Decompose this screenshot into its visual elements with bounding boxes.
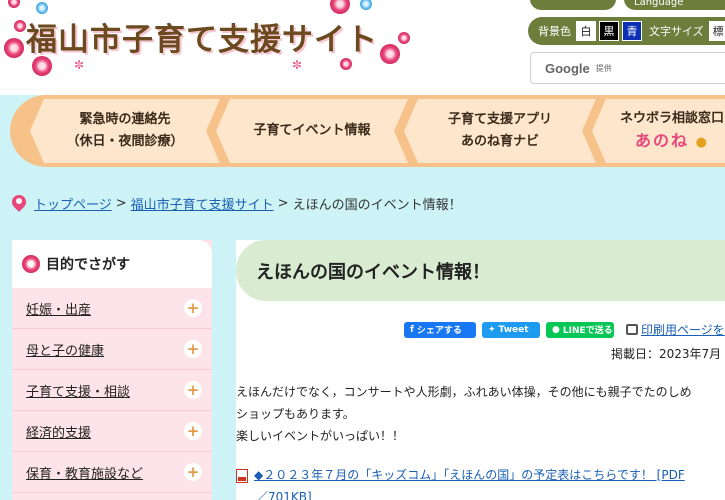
google-logo: Google	[545, 60, 590, 76]
facebook-icon: f	[410, 324, 414, 335]
flower-decoration-icon	[4, 38, 24, 58]
sidebar-item-health[interactable]: 母と子の健康 +	[12, 329, 212, 370]
sidebar: 目的でさがす 妊娠・出産 + 母と子の健康 + 子育て支援・相談 + 経済的支援…	[12, 240, 212, 500]
pdf-schedule-link[interactable]: ◆２０２３年７月の「キッズコム」「えほんの国」の予定表はこちらです！ [PDF …	[236, 464, 725, 500]
twitter-bird-icon: ✦	[488, 324, 496, 335]
twitter-tweet-button[interactable]: ✦ Tweet	[482, 321, 540, 338]
font-size-label: 文字サイズ	[649, 25, 704, 38]
sidebar-title: 目的でさがす	[46, 257, 130, 273]
main-content: えほんの国のイベント情報！ f シェアする ✦ Tweet ● LINEで送る …	[236, 240, 725, 500]
print-label[interactable]: 印刷用ページを	[641, 321, 725, 338]
nav-emergency-contacts[interactable]: 緊急時の連絡先 （休日・夜間診療）	[30, 99, 220, 163]
breadcrumb: トップページ > 福山市子育て支援サイト > えほんの国のイベント情報！	[12, 194, 462, 213]
sidebar-item-label[interactable]: 母と子の健康	[26, 340, 104, 359]
nav-sublabel: （休日・夜間診療）	[66, 134, 184, 149]
nav-label: 子育てイベント情報	[253, 123, 371, 138]
breadcrumb-separator: >	[115, 196, 127, 211]
flower-decoration-icon	[32, 56, 52, 76]
body-paragraph: 楽しいイベントがいっぱい！！	[236, 429, 405, 443]
bg-black-button[interactable]: 黒	[599, 21, 619, 41]
nav-neuvola-consultation[interactable]: ネウボラ相談窓口 あのね ●	[592, 99, 725, 163]
font-size-standard-button[interactable]: 標	[708, 21, 725, 41]
plus-icon[interactable]: +	[184, 340, 202, 358]
article-body: えほんだけでなく，コンサートや人形劇，ふれあい体操，その他にも親子でたのしめ シ…	[236, 381, 725, 447]
sidebar-item-childcare-facilities[interactable]: 保育・教育施設など +	[12, 452, 212, 493]
bg-blue-button[interactable]: 青	[622, 21, 642, 41]
print-page-link[interactable]: 印刷用ページを	[626, 321, 725, 338]
plus-icon[interactable]: +	[184, 381, 202, 399]
flower-decoration-icon	[14, 20, 26, 32]
search-provider-label: 提供	[595, 63, 612, 73]
global-nav: 緊急時の連絡先 （休日・夜間診療） 子育てイベント情報 子育て支援アプリ あのね…	[0, 95, 725, 167]
sidebar-item-label[interactable]: 子育て支援・相談	[26, 381, 130, 400]
sidebar-item-label[interactable]: 経済的支援	[26, 422, 91, 441]
flower-decoration-icon	[380, 44, 400, 64]
bg-color-label: 背景色	[538, 25, 571, 38]
flower-decoration-icon	[360, 0, 372, 10]
global-nav-bar: 緊急時の連絡先 （休日・夜間診療） 子育てイベント情報 子育て支援アプリ あのね…	[10, 95, 725, 167]
flower-decoration-icon	[8, 0, 20, 8]
share-label: Tweet	[498, 324, 529, 335]
line-share-button[interactable]: ● LINEで送る	[546, 321, 614, 338]
top-pill-left[interactable]	[530, 0, 616, 10]
site-title[interactable]: 福山市子育て支援サイト	[26, 14, 378, 59]
pdf-icon	[236, 468, 248, 483]
plus-icon[interactable]: +	[184, 299, 202, 317]
language-button[interactable]: Language	[624, 0, 725, 10]
breadcrumb-separator: >	[277, 196, 289, 211]
line-icon: ●	[552, 324, 560, 335]
page-title: えほんの国のイベント情報！	[236, 240, 725, 301]
printer-icon	[626, 324, 638, 335]
sidebar-item-label[interactable]: 保育・教育施設など	[26, 463, 143, 482]
breadcrumb-home-link[interactable]: トップページ	[34, 194, 112, 213]
nav-accent-text: あのね	[635, 131, 690, 150]
sparkle-icon: ✼	[74, 58, 85, 72]
plus-icon[interactable]: +	[184, 422, 202, 440]
bg-white-button[interactable]: 白	[576, 21, 596, 41]
site-header: ✼ ✼ 福山市子育て支援サイト Language 背景色 白 黒 青 文字サイズ…	[0, 0, 725, 95]
breadcrumb-current: えほんの国のイベント情報！	[292, 198, 462, 213]
flower-decoration-icon	[36, 2, 48, 14]
sidebar-heading: 目的でさがす	[12, 240, 212, 288]
sparkle-icon: ✼	[292, 58, 303, 72]
share-label: LINEで送る	[562, 326, 613, 336]
sidebar-item-pregnancy[interactable]: 妊娠・出産 +	[12, 288, 212, 329]
nav-app[interactable]: 子育て支援アプリ あのね育ナビ	[404, 99, 596, 163]
lightbulb-icon: ●	[689, 135, 709, 150]
accessibility-bar: 背景色 白 黒 青 文字サイズ 標	[528, 17, 725, 45]
pdf-link-text[interactable]: ◆２０２３年７月の「キッズコム」「えほんの国」の予定表はこちらです！ [PDF	[254, 468, 685, 482]
body-paragraph: ショップもあります。	[236, 407, 355, 421]
nav-event-info[interactable]: 子育てイベント情報	[216, 99, 408, 163]
nav-label: ネウボラ相談窓口	[619, 111, 724, 126]
sidebar-item-label[interactable]: 妊娠・出産	[26, 299, 91, 318]
share-buttons: f シェアする ✦ Tweet ● LINEで送る 印刷用ページを	[404, 321, 725, 338]
plus-icon[interactable]: +	[184, 463, 202, 481]
pdf-link-size[interactable]: ／701KB]	[256, 490, 312, 500]
site-search-input[interactable]: Google 提供	[530, 52, 725, 84]
nav-label: 緊急時の連絡先	[79, 112, 171, 127]
flower-decoration-icon	[340, 58, 352, 70]
sidebar-item-financial[interactable]: 経済的支援 +	[12, 411, 212, 452]
breadcrumb-site-link[interactable]: 福山市子育て支援サイト	[131, 194, 274, 213]
body-paragraph: えほんだけでなく，コンサートや人形劇，ふれあい体操，その他にも親子でたのしめ	[236, 385, 692, 399]
anone-logo: あのね ●	[635, 130, 709, 154]
nav-sublabel: あのね育ナビ	[460, 134, 539, 149]
sidebar-item-support[interactable]: 子育て支援・相談 +	[12, 370, 212, 411]
posted-date: 掲載日：2023年7月	[611, 347, 722, 361]
nav-label: 子育て支援アプリ	[447, 112, 552, 127]
flower-icon	[22, 255, 40, 273]
flower-decoration-icon	[330, 0, 350, 14]
share-label: シェアする	[416, 326, 462, 336]
facebook-share-button[interactable]: f シェアする	[404, 321, 476, 338]
location-pin-icon	[12, 195, 26, 213]
flower-decoration-icon	[398, 32, 410, 44]
